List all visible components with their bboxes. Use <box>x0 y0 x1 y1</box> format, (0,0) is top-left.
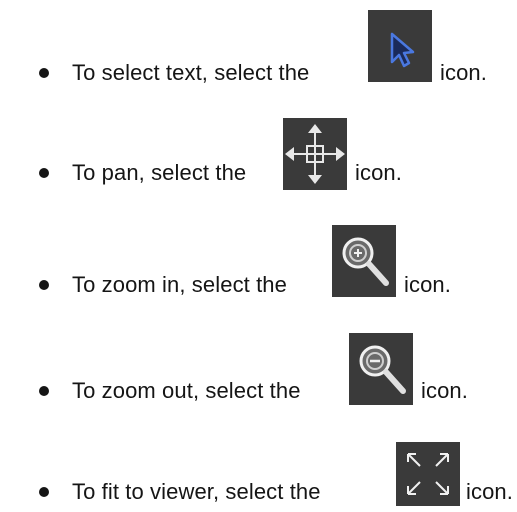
zoom-out-icon <box>349 333 413 405</box>
instruction-suffix: icon. <box>404 272 451 297</box>
instruction-suffix: icon. <box>421 378 468 403</box>
zoom-in-icon <box>332 225 396 297</box>
bullet <box>39 386 49 396</box>
instruction-text: To zoom in, select the <box>72 272 287 297</box>
instruction-text: To zoom out, select the <box>72 378 301 403</box>
pan-arrows-icon <box>283 118 347 190</box>
list-item: To fit to viewer, select the icon. <box>0 0 517 506</box>
bullet <box>39 487 49 497</box>
instruction-suffix: icon. <box>355 160 402 185</box>
instruction-text: To fit to viewer, select the <box>72 479 321 504</box>
bullet <box>39 280 49 290</box>
fit-to-viewer-icon <box>396 442 460 506</box>
bullet <box>39 168 49 178</box>
instruction-text: To pan, select the <box>72 160 247 185</box>
instruction-suffix: icon. <box>466 479 513 504</box>
